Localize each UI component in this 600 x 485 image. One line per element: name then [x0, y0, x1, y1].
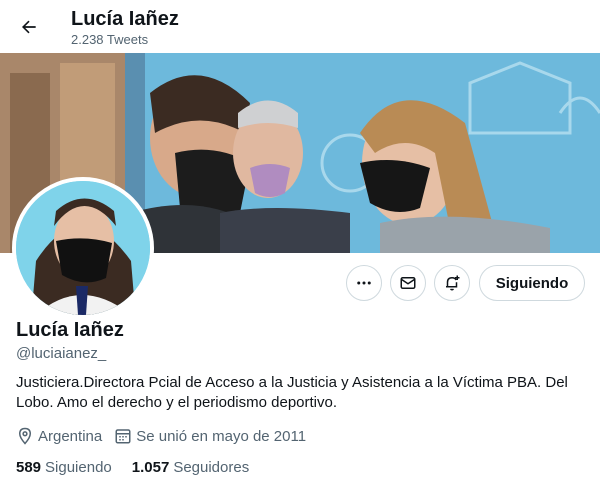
mail-icon	[400, 277, 416, 289]
location-text: Argentina	[38, 427, 103, 445]
tweet-count: 2.238 Tweets	[71, 32, 149, 47]
follow-stats: 589 Siguiendo 1.057 Seguidores	[16, 459, 269, 476]
followers-label: Seguidores	[173, 459, 250, 476]
avatar[interactable]	[12, 177, 154, 319]
followers-count: 1.057	[131, 459, 170, 476]
followers-link[interactable]: 1.057 Seguidores	[132, 459, 249, 476]
header-title: Lucía Iañez	[71, 8, 179, 30]
arrow-left-icon	[22, 20, 36, 34]
profile-name: Lucía Iañez	[16, 319, 124, 341]
calendar-icon	[115, 429, 131, 444]
message-button[interactable]	[390, 265, 426, 301]
notify-button[interactable]	[434, 265, 470, 301]
following-count: 589	[16, 459, 42, 476]
more-icon	[357, 281, 371, 285]
profile-bio: Justiciera.Directora Pcial de Acceso a l…	[16, 374, 568, 411]
profile-header: Lucía Iañez 2.238 Tweets	[0, 0, 600, 53]
profile-meta: Argentina Se unió en mayo de 2011	[16, 427, 318, 445]
following-link[interactable]: 589 Siguiendo	[16, 459, 112, 476]
following-label: Siguiendo	[45, 459, 112, 476]
back-button[interactable]	[12, 10, 46, 44]
join-date-text: Se unió en mayo de 2011	[136, 427, 307, 445]
location: Argentina	[16, 427, 102, 445]
more-button[interactable]	[346, 265, 382, 301]
profile-handle: @luciaianez_	[16, 345, 107, 362]
following-button[interactable]: Siguiendo	[479, 265, 585, 301]
join-date: Se unió en mayo de 2011	[114, 427, 306, 445]
location-pin-icon	[18, 427, 32, 445]
bell-plus-icon	[446, 275, 460, 291]
